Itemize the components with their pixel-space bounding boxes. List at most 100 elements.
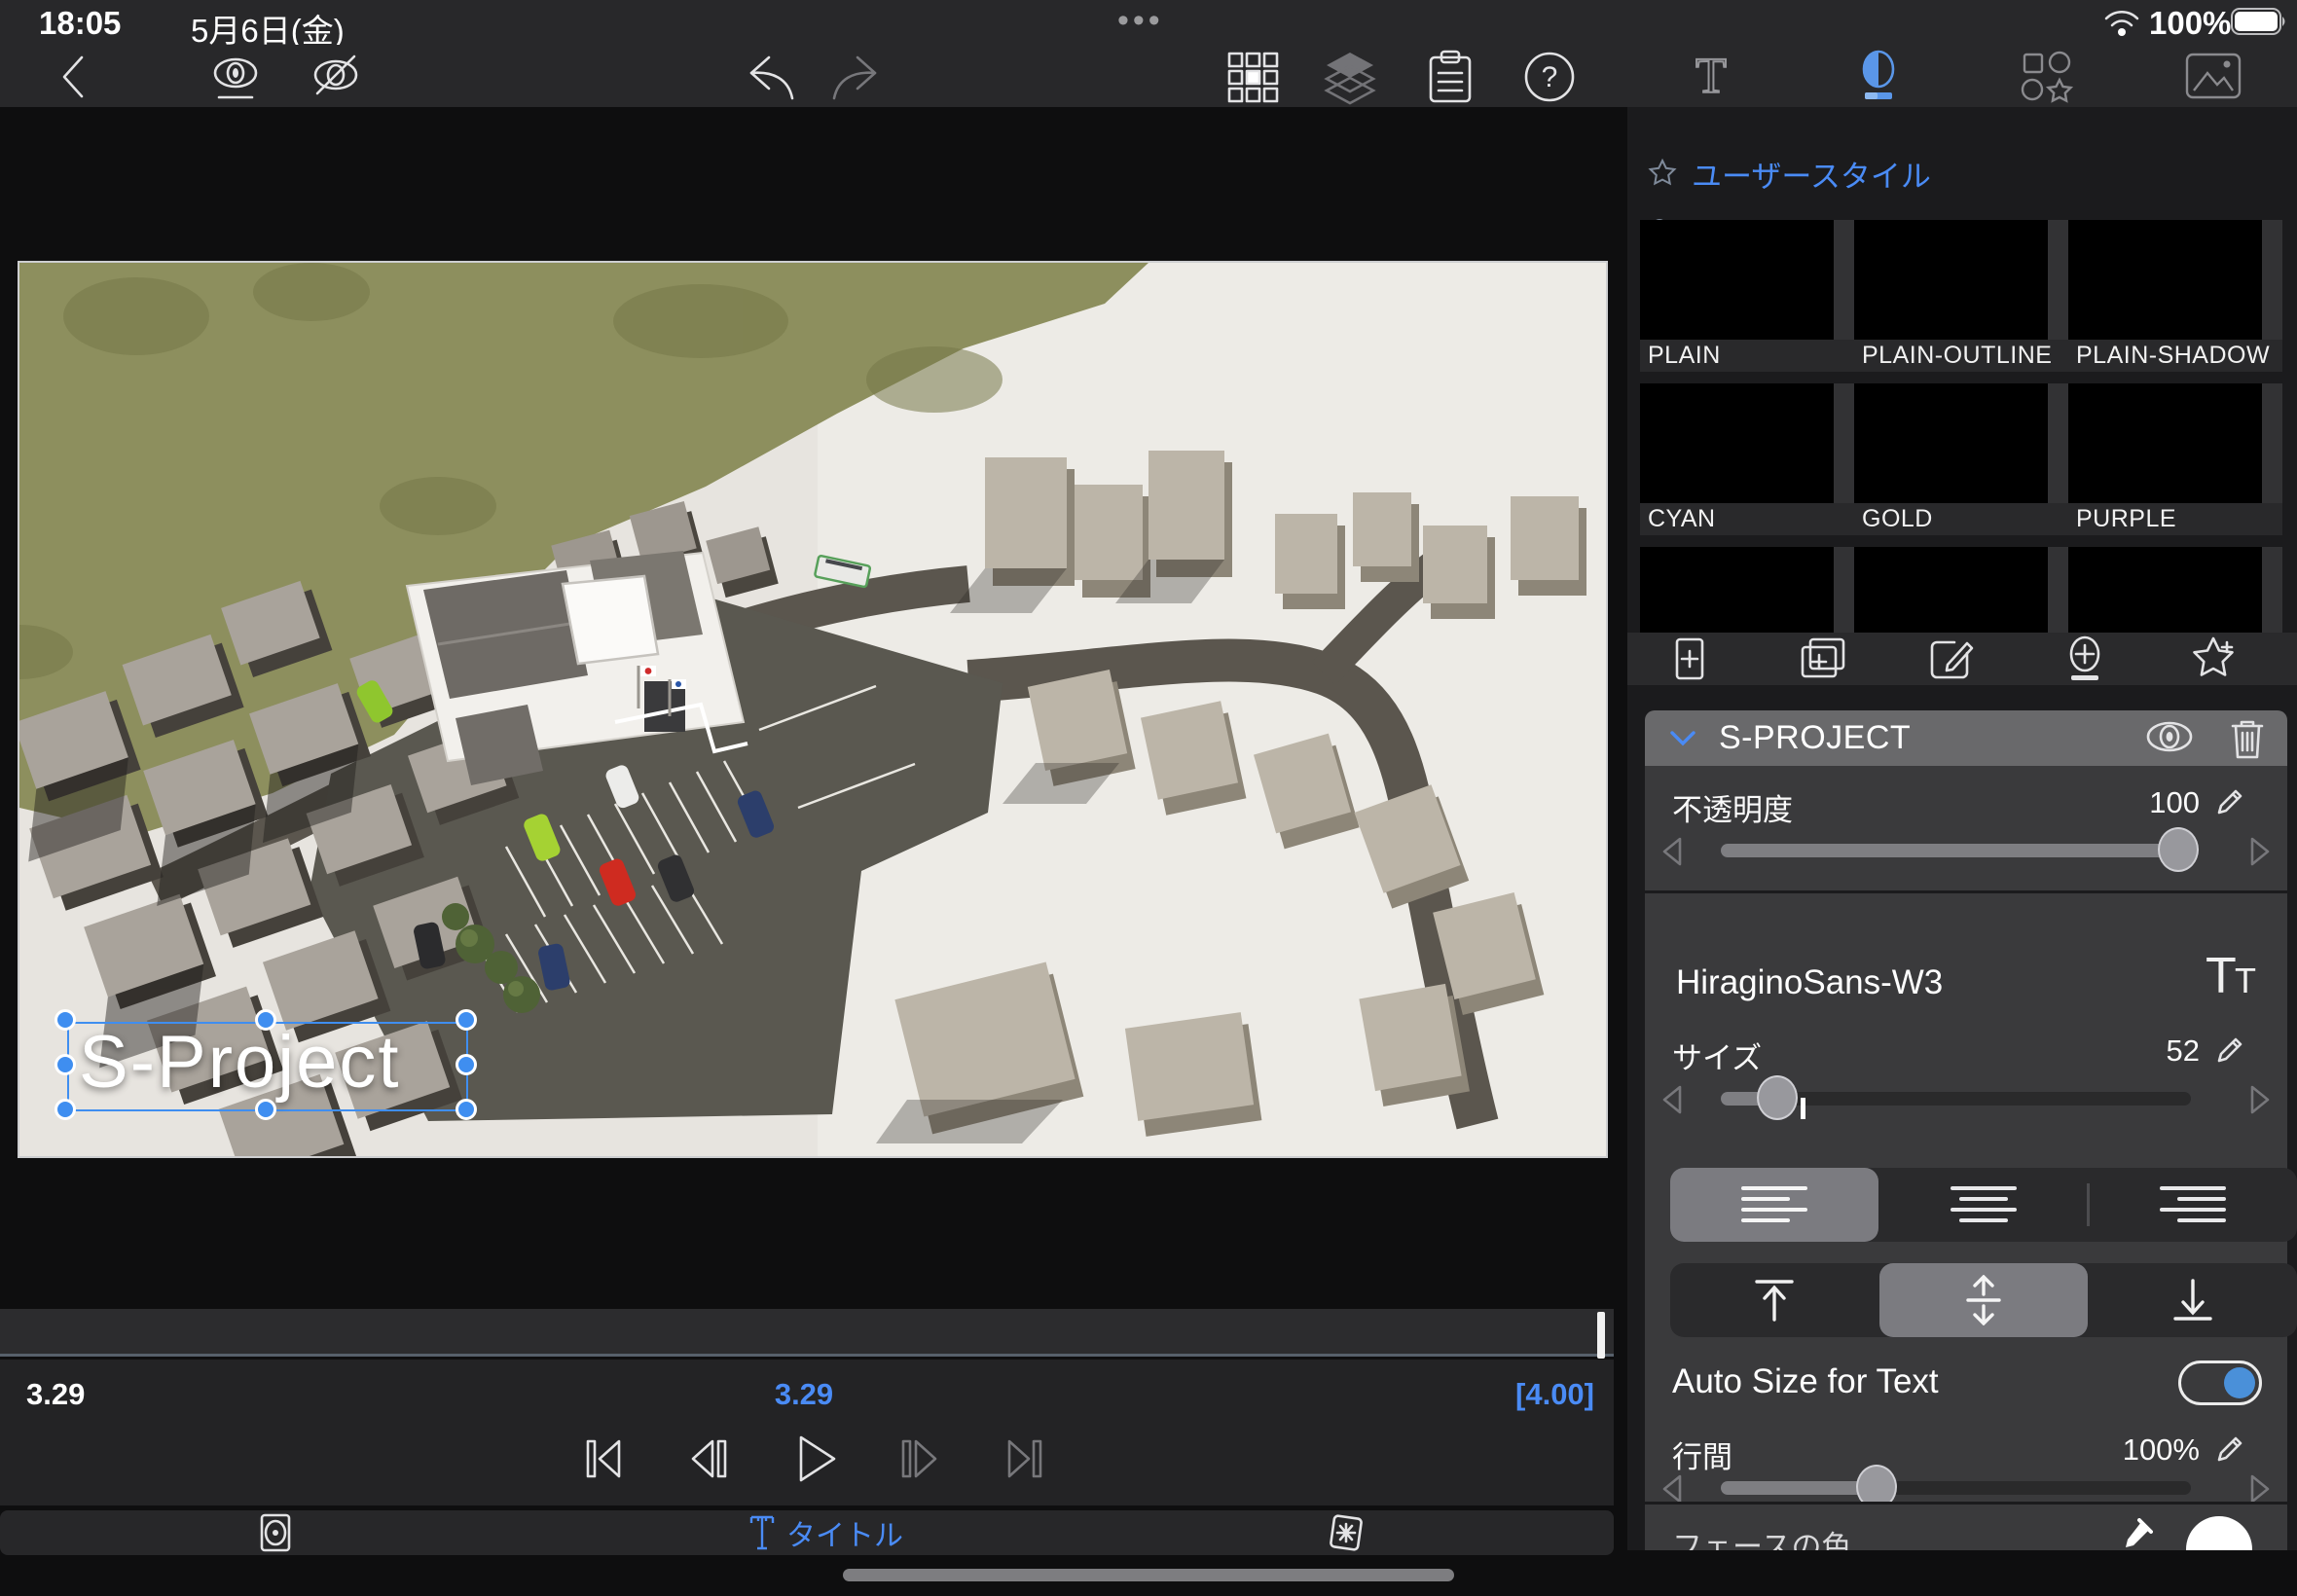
add-style-button[interactable] (1660, 635, 1719, 682)
preset-label: PLAIN-OUTLINE (1862, 342, 2052, 370)
svg-text:T: T (2206, 950, 2237, 1004)
favorite-style-button[interactable] (2186, 635, 2244, 682)
tab-shapes[interactable] (1962, 45, 2130, 107)
app-screen: 18:05 5月6日(金) ••• 100% (0, 0, 2297, 1596)
style-preset-plain-shadow[interactable] (2068, 220, 2262, 340)
opacity-value: 100 (2149, 785, 2200, 820)
help-button[interactable]: ? (1514, 49, 1585, 105)
style-preset-plain[interactable] (1640, 220, 1834, 340)
wifi-icon (2102, 6, 2141, 39)
style-preset-labels-row2: CYAN GOLD PURPLE (1640, 503, 2282, 535)
layout-grid-button[interactable] (1218, 49, 1288, 105)
size-knob[interactable] (1757, 1075, 1798, 1120)
current-time: 3.29 (775, 1377, 833, 1412)
skip-to-end-button[interactable] (984, 1418, 1066, 1500)
line-spacing-edit-icon[interactable] (2215, 1434, 2244, 1464)
size-slider[interactable] (1721, 1092, 2191, 1106)
layer-name: S-PROJECT (1719, 719, 1911, 757)
opacity-slider[interactable] (1721, 844, 2191, 857)
tab-effects[interactable] (1319, 1512, 1373, 1553)
timeline-info: 3.29 3.29 [4.00] (0, 1360, 1614, 1505)
layers-button[interactable] (1315, 49, 1385, 105)
size-label: サイズ (1672, 1034, 1762, 1077)
style-preset-purple[interactable] (2068, 383, 2262, 503)
tab-title[interactable]: タイトル (749, 1512, 903, 1553)
font-name[interactable]: HiraginoSans-W3 (1676, 963, 1943, 1002)
size-edit-icon[interactable] (2215, 1035, 2244, 1065)
edit-style-button[interactable] (1923, 635, 1982, 682)
user-styles-link[interactable]: ユーザースタイル (1647, 146, 1931, 200)
home-indicator[interactable] (843, 1569, 1454, 1581)
align-left-button[interactable] (1670, 1168, 1878, 1242)
valign-bottom-button[interactable] (2089, 1263, 2297, 1337)
preset-label: GOLD (1862, 505, 1933, 533)
style-preset-cyan[interactable] (1640, 383, 1834, 503)
skip-to-start-button[interactable] (563, 1418, 644, 1500)
style-preset-extra-3[interactable] (2068, 547, 2262, 633)
auto-size-toggle[interactable] (2178, 1360, 2262, 1405)
tab-text[interactable]: T (1627, 45, 1795, 107)
align-center-button[interactable] (1879, 1168, 2088, 1242)
valign-top-button[interactable] (1670, 1263, 1878, 1337)
face-color-section: フェースの色 (1645, 1505, 2287, 1550)
align-right-button[interactable] (2089, 1168, 2297, 1242)
next-frame-button[interactable] (879, 1418, 961, 1500)
selection-handle-w[interactable] (55, 1054, 76, 1075)
back-button[interactable] (38, 49, 108, 105)
undo-button[interactable] (736, 49, 806, 105)
hide-overlays-button[interactable] (301, 49, 371, 105)
play-button[interactable] (774, 1418, 856, 1500)
selection-handle-n[interactable] (255, 1009, 276, 1031)
selection-handle-se[interactable] (456, 1099, 477, 1120)
valign-control (1670, 1263, 2297, 1337)
playhead[interactable] (1597, 1312, 1605, 1359)
layer-visibility-icon[interactable] (2143, 716, 2196, 757)
selection-handle-s[interactable] (255, 1099, 276, 1120)
selection-handle-nw[interactable] (55, 1009, 76, 1031)
selection-handle-ne[interactable] (456, 1009, 477, 1031)
selection-handle-sw[interactable] (55, 1099, 76, 1120)
opacity-decrement[interactable] (1653, 832, 1692, 871)
size-default-tick (1801, 1098, 1805, 1119)
clipboard-button[interactable] (1415, 49, 1485, 105)
tab-position[interactable] (248, 1512, 303, 1553)
style-preset-gold[interactable] (1854, 383, 2048, 503)
face-color-swatch[interactable] (2186, 1516, 2252, 1550)
size-decrement[interactable] (1653, 1080, 1692, 1119)
video-preview[interactable]: S-Project (18, 261, 1608, 1158)
style-preset-extra-2[interactable] (1854, 547, 2048, 633)
title-text[interactable]: S-Project (79, 1020, 401, 1105)
selection-handle-e[interactable] (456, 1054, 477, 1075)
preset-label: PURPLE (2076, 505, 2176, 533)
show-overlays-button[interactable] (201, 49, 271, 105)
svg-text:T: T (1695, 50, 1727, 102)
collapse-chevron-icon[interactable] (1668, 729, 1697, 748)
preset-label: PLAIN (1648, 342, 1721, 370)
multitask-dots[interactable]: ••• (1117, 2, 1164, 40)
opacity-increment[interactable] (2241, 832, 2279, 871)
previous-frame-button[interactable] (668, 1418, 749, 1500)
line-spacing-slider[interactable] (1721, 1481, 2191, 1495)
status-time: 18:05 (39, 5, 121, 42)
redo-button[interactable] (820, 49, 891, 105)
add-style-group-button[interactable] (1793, 635, 1851, 682)
opacity-section: 不透明度 100 (1645, 766, 2287, 890)
valign-middle-button[interactable] (1879, 1263, 2088, 1337)
style-preset-extra-1[interactable] (1640, 547, 1834, 633)
style-preset-labels-row1: PLAIN PLAIN-OUTLINE PLAIN-SHADOW (1640, 340, 2282, 372)
delete-layer-icon[interactable] (2229, 716, 2266, 761)
opacity-edit-icon[interactable] (2215, 787, 2244, 816)
save-style-button[interactable] (2056, 635, 2114, 682)
elapsed-time: 3.29 (26, 1377, 85, 1412)
preset-action-row (1627, 633, 2297, 685)
layer-header[interactable]: S-PROJECT (1645, 710, 2287, 766)
face-color-label: フェースの色 (1672, 1522, 1851, 1550)
opacity-knob[interactable] (2158, 827, 2199, 872)
tab-style[interactable] (1795, 45, 1962, 107)
size-increment[interactable] (2241, 1080, 2279, 1119)
font-picker-icon[interactable]: TT (2202, 950, 2262, 1006)
tab-image[interactable] (2130, 45, 2297, 107)
style-preset-plain-outline[interactable] (1854, 220, 2048, 340)
eyedropper-icon[interactable] (2120, 1518, 2153, 1550)
scrub-bar[interactable] (0, 1309, 1614, 1357)
